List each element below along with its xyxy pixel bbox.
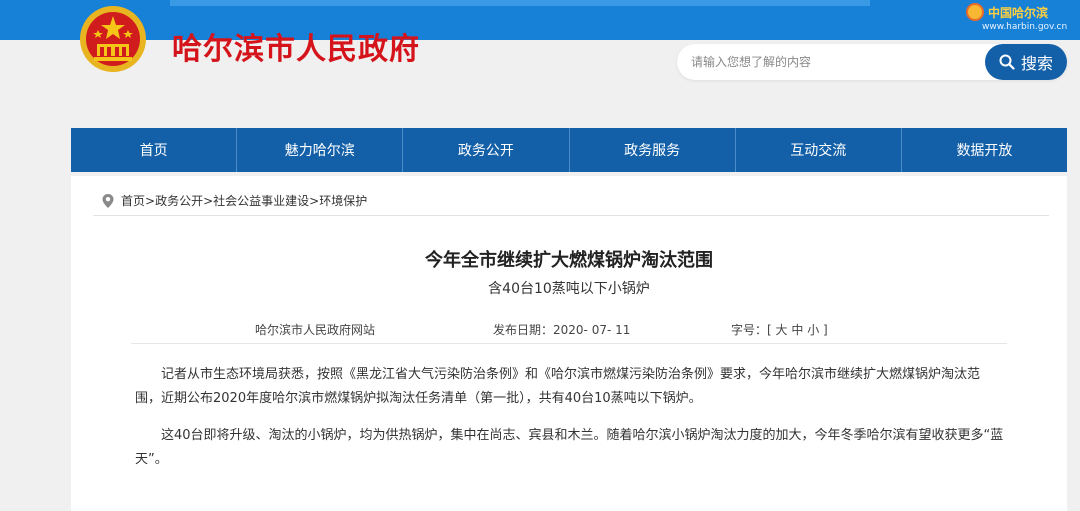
font-size-close-bracket: ] xyxy=(823,323,828,337)
article-source: 哈尔滨市人民政府网站 xyxy=(255,323,376,337)
breadcrumb-environment[interactable]: 环境保护 xyxy=(319,194,367,208)
font-size-small-button[interactable]: 小 xyxy=(807,323,819,337)
banner-highlight xyxy=(170,0,870,6)
divider xyxy=(93,215,1049,216)
search-input[interactable] xyxy=(691,51,981,73)
breadcrumb-public-welfare[interactable]: 社会公益事业建设 xyxy=(213,194,309,208)
nav-item-home[interactable]: 首页 xyxy=(71,128,238,172)
article-title: 今年全市继续扩大燃煤锅炉淘汰范围 xyxy=(425,250,713,271)
nav-item-gov-affairs-public[interactable]: 政务公开 xyxy=(403,128,570,172)
main-nav: 首页 魅力哈尔滨 政务公开 政务服务 互动交流 数据开放 xyxy=(71,128,1067,172)
search-box: 搜索 xyxy=(677,44,1067,80)
breadcrumb-separator: > xyxy=(145,194,156,208)
harbin-logo-icon xyxy=(966,3,984,21)
breadcrumb-gov-affairs-public[interactable]: 政务公开 xyxy=(155,194,203,208)
national-emblem-icon xyxy=(80,6,146,72)
brand-url: www.harbin.gov.cn xyxy=(982,22,1068,32)
brand-logo[interactable]: 中国哈尔滨 www.harbin.gov.cn xyxy=(966,3,1070,37)
site-title[interactable]: 哈尔滨市人民政府 xyxy=(172,24,420,68)
search-button[interactable]: 搜索 xyxy=(985,44,1067,80)
breadcrumb-separator: > xyxy=(309,194,320,208)
divider xyxy=(131,343,1007,344)
breadcrumb-separator: > xyxy=(203,194,214,208)
breadcrumb-home[interactable]: 首页 xyxy=(121,194,145,208)
nav-item-interaction[interactable]: 互动交流 xyxy=(736,128,902,172)
font-size-control: 字号：[ 大 中 小 ] xyxy=(731,321,828,338)
publish-date: 发布日期：2020- 07- 11 xyxy=(493,321,630,338)
publish-date-value: 2020- 07- 11 xyxy=(553,323,631,337)
search-icon xyxy=(999,54,1015,70)
font-size-medium-button[interactable]: 中 xyxy=(791,323,803,337)
font-size-label: 字号：[ xyxy=(731,323,772,337)
brand-name: 中国哈尔滨 xyxy=(988,5,1049,20)
search-button-label: 搜索 xyxy=(1020,54,1053,73)
top-banner xyxy=(0,0,1080,40)
article-subtitle: 含40台10蒸吨以下小锅炉 xyxy=(488,281,650,297)
article-paragraph: 记者从市生态环境局获悉，按照《黑龙江省大气污染防治条例》和《哈尔滨市燃煤污染防治… xyxy=(135,367,981,406)
nav-item-charm-harbin[interactable]: 魅力哈尔滨 xyxy=(237,128,404,172)
nav-item-open-data[interactable]: 数据开放 xyxy=(902,128,1067,172)
breadcrumb: 首页>政务公开>社会公益事业建设>环境保护 xyxy=(101,192,367,209)
article-paragraph: 这40台即将升级、淘汰的小锅炉，均为供热锅炉，集中在尚志、宾县和木兰。随着哈尔滨… xyxy=(135,428,1004,467)
location-pin-icon xyxy=(102,193,114,208)
publish-date-label: 发布日期： xyxy=(493,323,554,337)
font-size-large-button[interactable]: 大 xyxy=(776,323,788,337)
nav-item-gov-services[interactable]: 政务服务 xyxy=(570,128,736,172)
article-panel: 首页>政务公开>社会公益事业建设>环境保护 今年全市继续扩大燃煤锅炉淘汰范围 含… xyxy=(71,176,1067,511)
